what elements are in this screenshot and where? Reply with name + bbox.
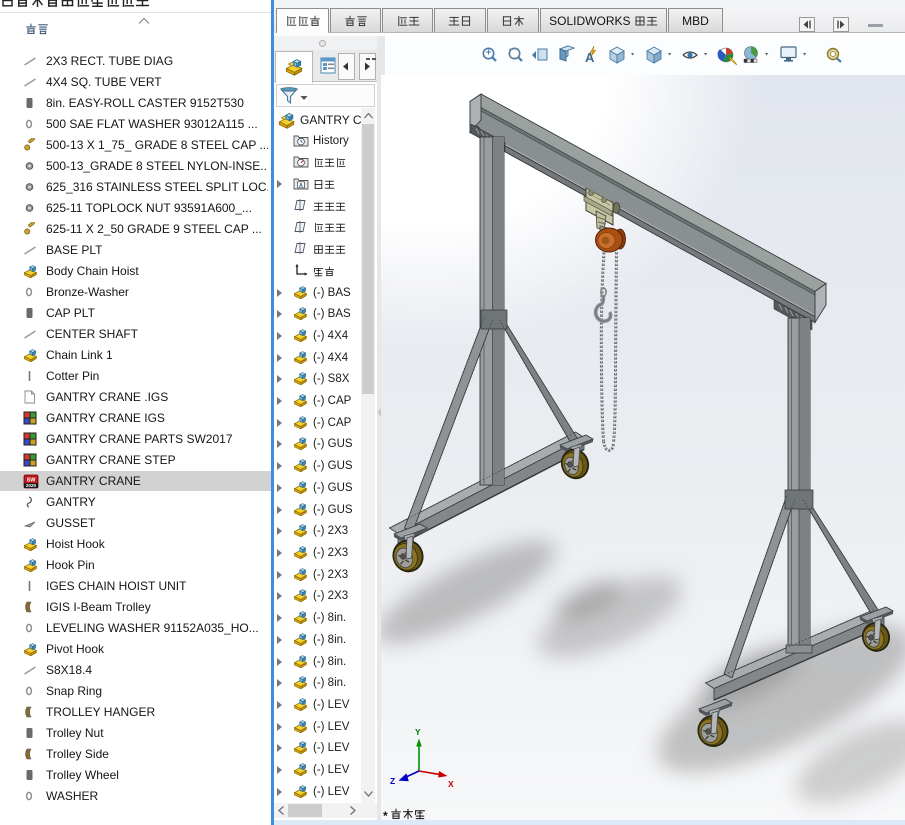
- svg-text:Y: Y: [415, 727, 421, 737]
- svg-text:A: A: [299, 183, 303, 189]
- svg-text:2020: 2020: [26, 483, 37, 488]
- svg-text:X: X: [448, 779, 454, 789]
- svg-text:Z: Z: [390, 776, 395, 786]
